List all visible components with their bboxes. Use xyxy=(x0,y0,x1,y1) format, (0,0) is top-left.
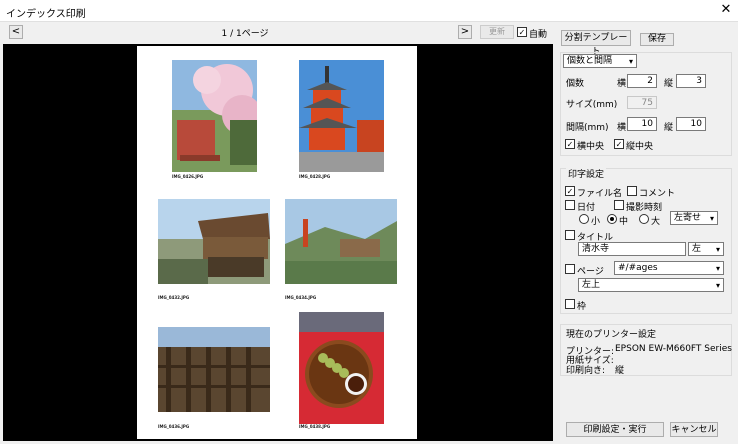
count-h-field[interactable]: 2 xyxy=(627,74,657,88)
title-input[interactable]: 清水寺 xyxy=(578,242,686,256)
thumbnail-2-caption: IMG_0428.JPG xyxy=(299,174,331,179)
gap-v-field[interactable]: 10 xyxy=(676,117,706,131)
close-icon[interactable]: ✕ xyxy=(718,2,734,18)
auto-label: 自動 xyxy=(529,30,548,40)
thumbnail-3-caption: IMG_0432.JPG xyxy=(158,295,190,300)
orientation-label: 印刷向き: xyxy=(566,366,606,376)
thumbnail-6[interactable] xyxy=(299,312,384,424)
size-large-radio[interactable] xyxy=(639,214,649,224)
thumbnail-2[interactable] xyxy=(299,60,384,172)
count-label: 個数 xyxy=(566,79,585,89)
comment-label: コメント xyxy=(639,189,676,199)
thumbnail-4-caption: IMG_0434.JPG xyxy=(285,295,317,300)
thumbnail-5[interactable] xyxy=(158,327,270,412)
chevron-down-icon: ▾ xyxy=(709,214,714,223)
print-settings-run-button[interactable]: 印刷設定・実行 xyxy=(566,422,664,437)
printer-value: EPSON EW-M660FT Series xyxy=(615,344,732,354)
size-field[interactable]: 75 xyxy=(627,96,657,109)
count-h-label: 横 xyxy=(617,79,627,89)
update-button[interactable]: 更新 xyxy=(480,25,514,39)
gap-h-label: 横 xyxy=(617,123,627,133)
size-small-label: 小 xyxy=(591,217,601,227)
next-page-button[interactable]: > xyxy=(458,25,472,39)
thumbnail-6-caption: IMG_0438.JPG xyxy=(299,424,331,429)
thumbnail-3-image xyxy=(158,199,270,284)
title-bar xyxy=(0,0,738,22)
thumbnail-1[interactable] xyxy=(172,60,262,172)
title-align-select[interactable]: 左 ▾ xyxy=(688,242,724,256)
thumbnail-6-image xyxy=(299,312,384,424)
center-v-label: 縦中央 xyxy=(626,142,654,152)
thumbnail-2-image xyxy=(299,60,384,172)
title-checkbox[interactable] xyxy=(565,230,575,240)
thumbnail-4-image xyxy=(285,199,397,284)
chevron-down-icon: ▾ xyxy=(715,245,720,254)
page-indicator: 1 / 1ページ xyxy=(221,29,269,39)
comment-checkbox[interactable] xyxy=(627,186,637,196)
thumbnail-1-image xyxy=(172,60,262,172)
size-medium-radio[interactable] xyxy=(607,214,617,224)
layout-mode-select[interactable]: 個数と間隔 ▾ xyxy=(563,54,637,68)
thumbnail-5-image xyxy=(158,327,270,412)
datetime-checkbox[interactable] xyxy=(614,200,624,210)
preview-paper: IMG_0426.JPG IMG_0428.JPG IMG_0432.JPG I… xyxy=(137,46,417,439)
frame-checkbox[interactable] xyxy=(565,299,575,309)
page-position-select[interactable]: 左上 ▾ xyxy=(578,278,724,292)
gap-h-field[interactable]: 10 xyxy=(627,117,657,131)
size-medium-label: 中 xyxy=(619,217,629,227)
thumbnail-1-caption: IMG_0426.JPG xyxy=(172,174,204,179)
text-align-value: 左寄せ xyxy=(674,213,702,223)
save-button[interactable]: 保存 xyxy=(640,33,674,46)
date-checkbox[interactable] xyxy=(565,200,575,210)
page-format-select[interactable]: #/#ages ▾ xyxy=(614,261,724,275)
frame-label: 枠 xyxy=(577,302,587,312)
gap-v-label: 縦 xyxy=(664,123,674,133)
center-h-checkbox[interactable]: ✓ xyxy=(565,139,575,149)
date-label: 日付 xyxy=(577,203,596,213)
page-label: ページ xyxy=(577,267,604,277)
center-h-label: 横中央 xyxy=(577,142,605,152)
size-label: サイズ(mm) xyxy=(566,100,618,110)
page-format-value: #/#ages xyxy=(618,263,658,273)
filename-label: ファイル名 xyxy=(577,189,623,199)
thumbnail-3[interactable] xyxy=(158,199,270,284)
page-checkbox[interactable] xyxy=(565,264,575,274)
page-position-value: 左上 xyxy=(582,280,601,290)
prev-page-button[interactable]: < xyxy=(9,25,23,39)
gap-label: 間隔(mm) xyxy=(566,123,609,133)
size-large-label: 大 xyxy=(651,217,661,227)
chevron-down-icon: ▾ xyxy=(715,281,720,290)
center-v-checkbox[interactable]: ✓ xyxy=(614,139,624,149)
split-template-button[interactable]: 分割テンプレート xyxy=(561,30,631,57)
size-small-radio[interactable] xyxy=(579,214,589,224)
filename-checkbox[interactable]: ✓ xyxy=(565,186,575,196)
text-align-select[interactable]: 左寄せ ▾ xyxy=(670,211,718,225)
printer-info-title: 現在のプリンター設定 xyxy=(566,330,657,340)
count-v-label: 縦 xyxy=(664,79,674,89)
count-v-field[interactable]: 3 xyxy=(676,74,706,88)
window-title: インデックス印刷 xyxy=(6,9,86,20)
layout-mode-value: 個数と間隔 xyxy=(567,56,613,66)
print-settings-title: 印字設定 xyxy=(566,167,607,180)
auto-checkbox[interactable]: ✓ xyxy=(517,27,527,37)
thumbnail-5-caption: IMG_0436.JPG xyxy=(158,424,190,429)
orientation-value: 縦 xyxy=(615,366,625,376)
chevron-down-icon: ▾ xyxy=(715,264,720,273)
thumbnail-4[interactable] xyxy=(285,199,397,284)
cancel-button[interactable]: キャンセル xyxy=(670,422,718,437)
datetime-label: 撮影時刻 xyxy=(626,203,663,213)
title-align-value: 左 xyxy=(692,244,702,254)
chevron-down-icon: ▾ xyxy=(628,57,633,66)
